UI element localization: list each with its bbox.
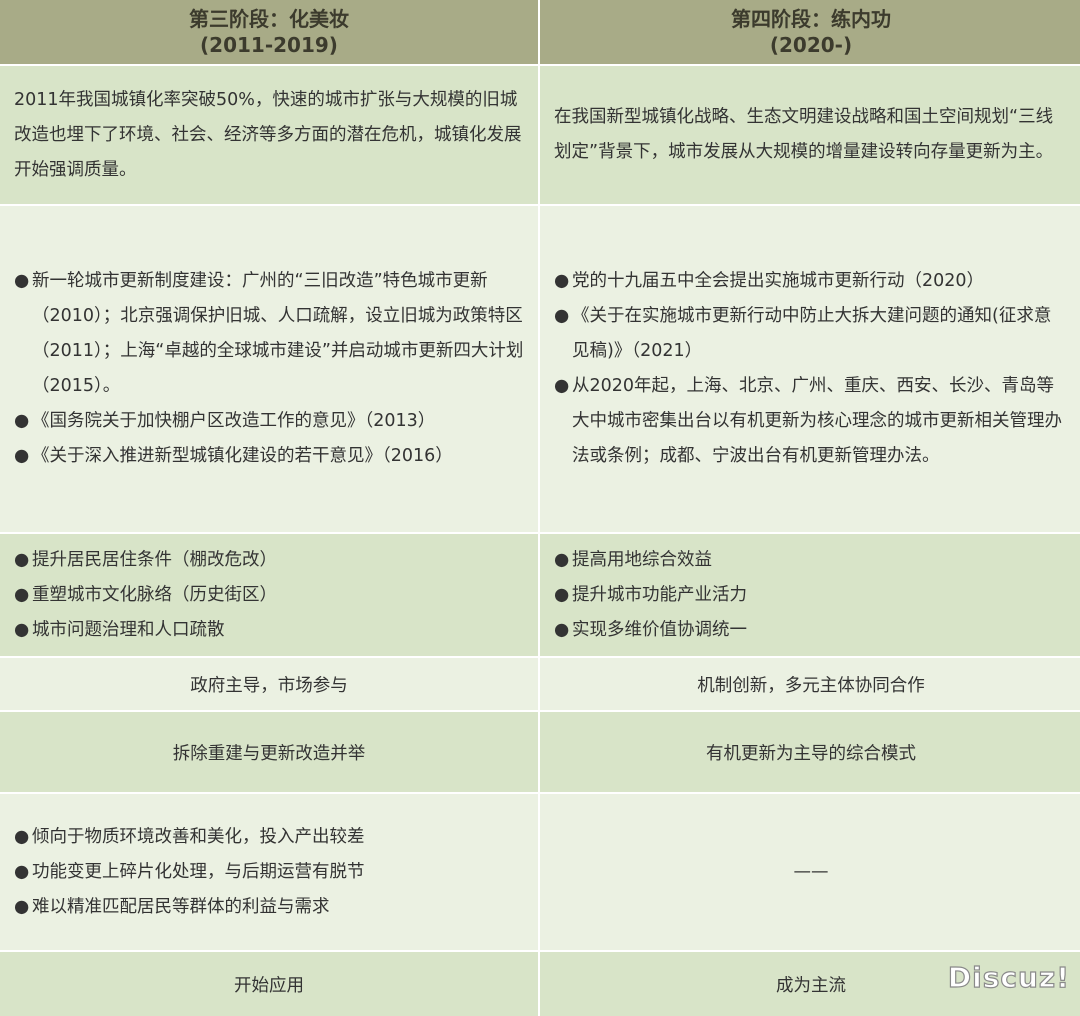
status-text: 开始应用	[234, 975, 304, 996]
problems-stage-4: ——	[540, 794, 1080, 950]
list-item: ● 《关于深入推进新型城镇化建设的若干意见》（2016）	[14, 439, 524, 474]
bullet-icon: ●	[554, 549, 570, 570]
header-stage-3: 第三阶段：化美妆 (2011-2019)	[0, 0, 538, 64]
mechanism-text: 政府主导，市场参与	[190, 675, 348, 696]
list-item: ● 提升居民居住条件（棚改危改）	[14, 543, 524, 578]
mechanism-text: 机制创新，多元主体协同合作	[697, 675, 925, 696]
background-stage-4: 在我国新型城镇化战略、生态文明建设战略和国土空间规划“三线划定”背景下，城市发展…	[540, 66, 1080, 204]
list-item: ● 实现多维价值协调统一	[554, 613, 1068, 648]
problem-text: 难以精准匹配居民等群体的利益与需求	[32, 896, 330, 917]
header-stage-3-title: 第三阶段：化美妆	[189, 7, 349, 31]
bullet-icon: ●	[554, 271, 570, 291]
goals-stage-4: ● 提高用地综合效益 ● 提升城市功能产业活力 ● 实现多维价值协调统一	[540, 534, 1080, 656]
header-stage-4: 第四阶段：练内功 (2020-)	[540, 0, 1080, 64]
list-item: ● 《国务院关于加快棚户区改造工作的意见》（2013）	[14, 404, 524, 439]
status-stage-3: 开始应用	[0, 952, 538, 1016]
bullet-icon: ●	[554, 619, 570, 640]
background-text: 2011年我国城镇化率突破50%，快速的城市扩张与大规模的旧城改造也埋下了环境、…	[14, 89, 522, 180]
bullet-icon: ●	[14, 446, 30, 466]
list-item: ● 《关于在实施城市更新行动中防止大拆大建问题的通知(征求意见稿)》（2021）	[554, 299, 1068, 369]
bullet-icon: ●	[14, 549, 30, 570]
header-stage-3-years: (2011-2019)	[200, 33, 338, 57]
bullet-icon: ●	[14, 896, 30, 917]
policies-stage-3: ● 新一轮城市更新制度建设：广州的“三旧改造”特色城市更新（2010）；北京强调保…	[0, 206, 538, 532]
problem-text: 倾向于物质环境改善和美化，投入产出较差	[32, 826, 365, 847]
policy-text: 《国务院关于加快棚户区改造工作的意见》（2013）	[32, 411, 436, 431]
status-text: 成为主流	[776, 975, 846, 996]
bullet-icon: ●	[14, 861, 30, 882]
policy-text: 党的十九届五中全会提出实施城市更新行动（2020）	[572, 271, 985, 291]
bullet-icon: ●	[14, 271, 30, 291]
background-stage-3: 2011年我国城镇化率突破50%，快速的城市扩张与大规模的旧城改造也埋下了环境、…	[0, 66, 538, 204]
goals-stage-3: ● 提升居民居住条件（棚改危改） ● 重塑城市文化脉络（历史街区） ● 城市问题治理和…	[0, 534, 538, 656]
policy-text: 新一轮城市更新制度建设：广州的“三旧改造”特色城市更新（2010）；北京强调保护…	[32, 271, 524, 396]
bullet-icon: ●	[554, 306, 570, 326]
list-item: ● 党的十九届五中全会提出实施城市更新行动（2020）	[554, 264, 1068, 299]
problem-text: 功能变更上碎片化处理，与后期运营有脱节	[32, 861, 365, 882]
bullet-icon: ●	[14, 584, 30, 605]
policy-text: 《关于在实施城市更新行动中防止大拆大建问题的通知(征求意见稿)》（2021）	[572, 306, 1052, 361]
bullet-icon: ●	[14, 411, 30, 431]
policies-stage-4: ● 党的十九届五中全会提出实施城市更新行动（2020） ● 《关于在实施城市更新行动…	[540, 206, 1080, 532]
list-item: ● 重塑城市文化脉络（历史街区）	[14, 578, 524, 613]
goal-text: 提升居民居住条件（棚改危改）	[32, 549, 277, 570]
header-stage-4-title: 第四阶段：练内功	[731, 7, 891, 31]
bullet-icon: ●	[14, 619, 30, 640]
mode-stage-3: 拆除重建与更新改造并举	[0, 712, 538, 792]
list-item: ● 从2020年起，上海、北京、广州、重庆、西安、长沙、青岛等大中城市密集出台以有…	[554, 369, 1068, 474]
goal-text: 重塑城市文化脉络（历史街区）	[32, 584, 277, 605]
problems-stage-3: ● 倾向于物质环境改善和美化，投入产出较差 ● 功能变更上碎片化处理，与后期运营有脱…	[0, 794, 538, 950]
list-item: ● 提高用地综合效益	[554, 543, 1068, 578]
list-item: ● 功能变更上碎片化处理，与后期运营有脱节	[14, 855, 524, 890]
mechanism-stage-3: 政府主导，市场参与	[0, 658, 538, 710]
bullet-icon: ●	[554, 584, 570, 605]
watermark-logo: Discuz!	[947, 960, 1070, 994]
problems-placeholder-dash: ——	[793, 862, 829, 882]
list-item: ● 倾向于物质环境改善和美化，投入产出较差	[14, 820, 524, 855]
background-text: 在我国新型城镇化战略、生态文明建设战略和国土空间规划“三线划定”背景下，城市发展…	[554, 107, 1054, 162]
list-item: ● 新一轮城市更新制度建设：广州的“三旧改造”特色城市更新（2010）；北京强调保…	[14, 264, 524, 404]
policy-text: 从2020年起，上海、北京、广州、重庆、西安、长沙、青岛等大中城市密集出台以有机…	[572, 376, 1062, 466]
header-stage-4-years: (2020-)	[769, 33, 853, 57]
bullet-icon: ●	[554, 376, 570, 396]
list-item: ● 城市问题治理和人口疏散	[14, 613, 524, 648]
mode-text: 有机更新为主导的综合模式	[706, 743, 916, 764]
bullet-icon: ●	[14, 826, 30, 847]
policy-text: 《关于深入推进新型城镇化建设的若干意见》（2016）	[32, 446, 453, 466]
goal-text: 提升城市功能产业活力	[572, 584, 747, 605]
mode-stage-4: 有机更新为主导的综合模式	[540, 712, 1080, 792]
mechanism-stage-4: 机制创新，多元主体协同合作	[540, 658, 1080, 710]
goal-text: 提高用地综合效益	[572, 549, 712, 570]
list-item: ● 提升城市功能产业活力	[554, 578, 1068, 613]
goal-text: 实现多维价值协调统一	[572, 619, 747, 640]
mode-text: 拆除重建与更新改造并举	[172, 743, 366, 764]
list-item: ● 难以精准匹配居民等群体的利益与需求	[14, 890, 524, 925]
goal-text: 城市问题治理和人口疏散	[32, 619, 225, 640]
comparison-table: 第三阶段：化美妆 (2011-2019) 第四阶段：练内功 (2020-) 20…	[0, 0, 1080, 1016]
